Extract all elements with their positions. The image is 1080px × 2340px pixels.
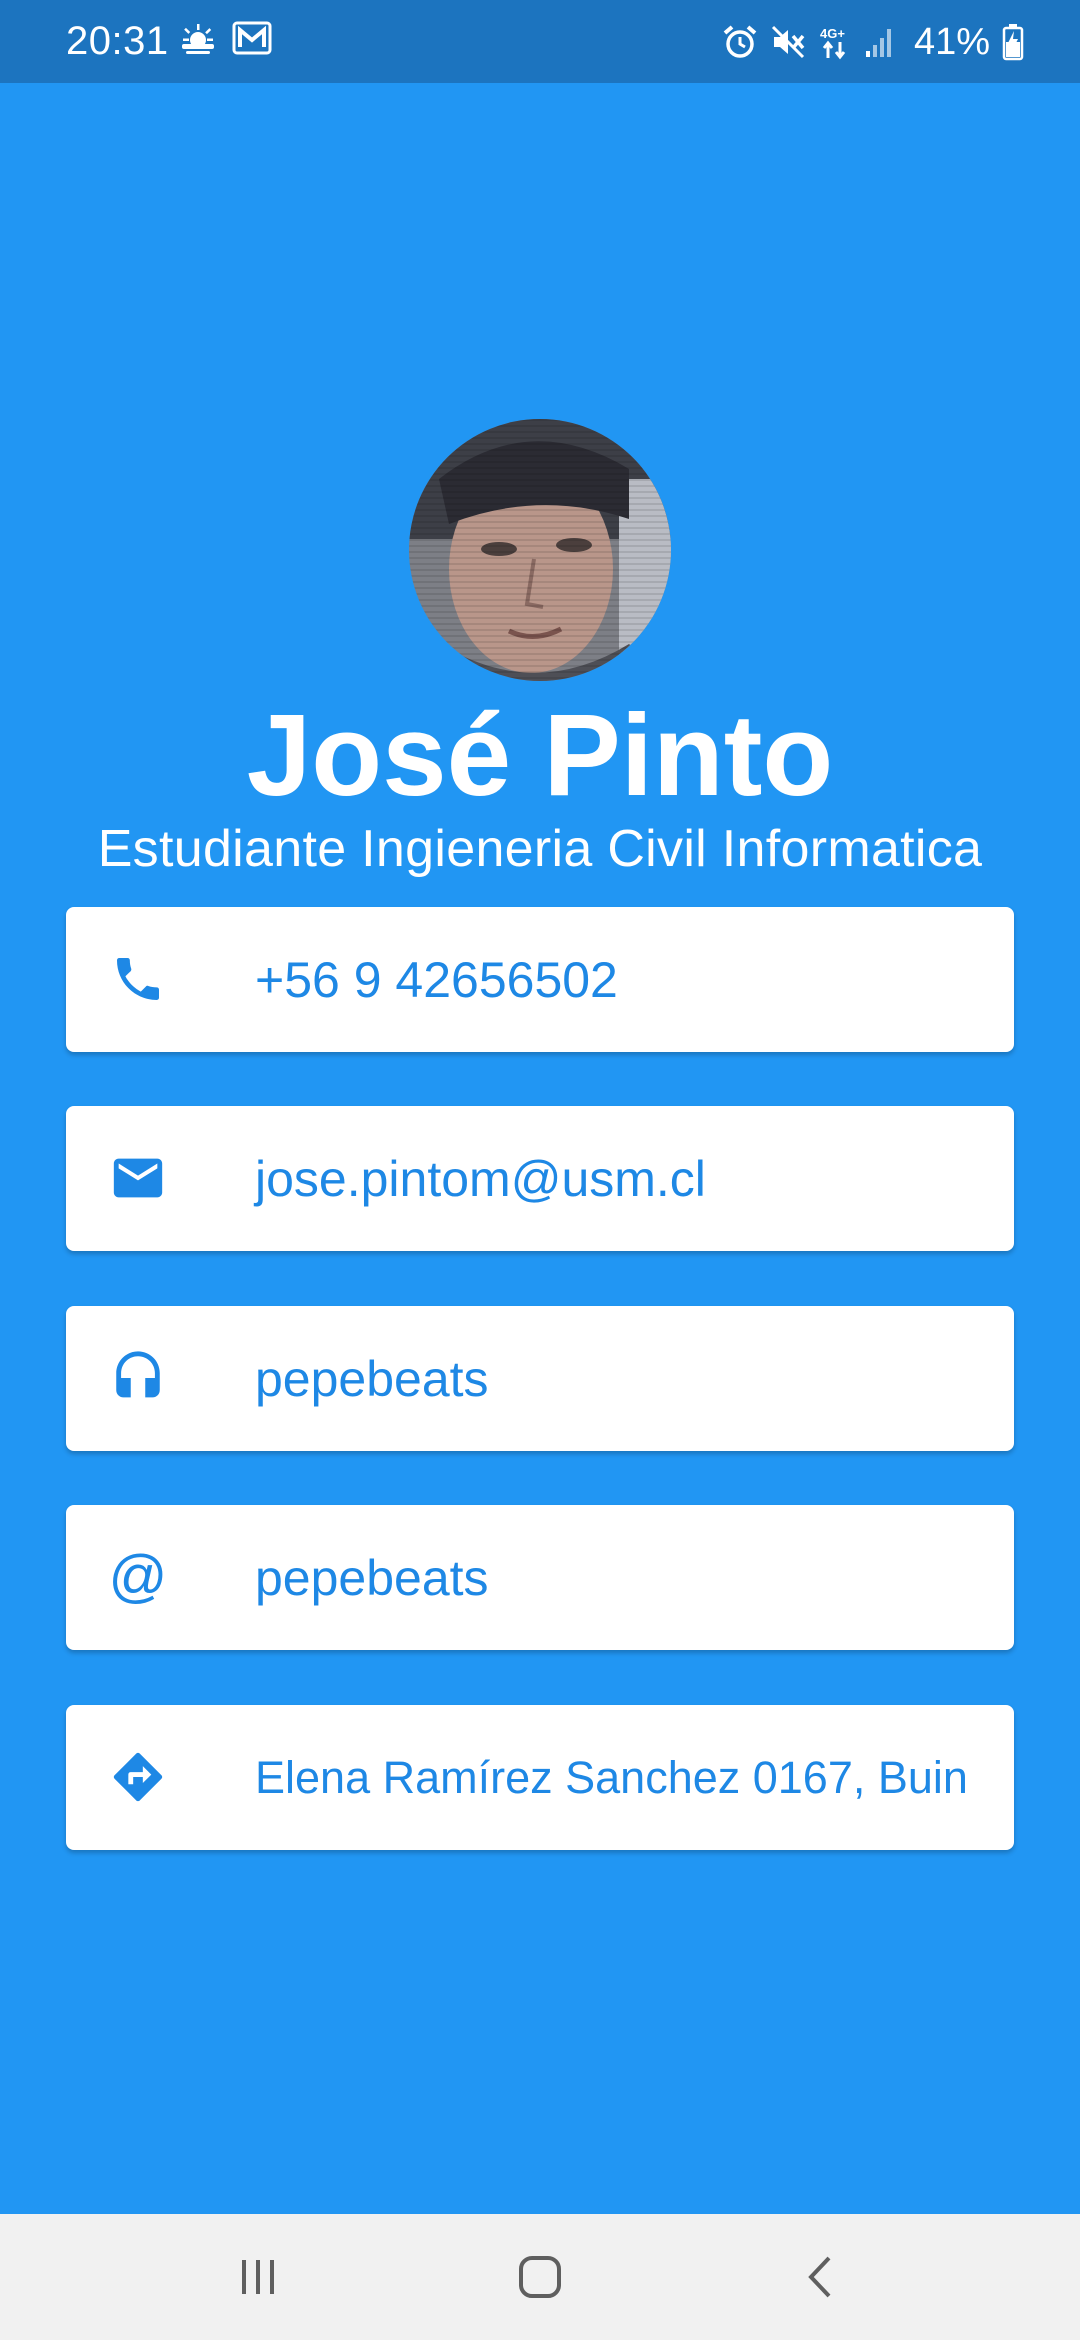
alarm-icon xyxy=(722,24,758,60)
signal-icon xyxy=(864,25,894,59)
svg-text:4G+: 4G+ xyxy=(820,26,845,41)
directions-icon xyxy=(106,1745,170,1809)
status-notification-icons xyxy=(178,20,272,56)
back-icon xyxy=(805,2254,835,2300)
phone-card[interactable]: +56 9 42656502 xyxy=(66,907,1014,1052)
phone-icon xyxy=(106,947,170,1011)
music-handle: pepebeats xyxy=(255,1350,489,1407)
headphones-card[interactable]: pepebeats xyxy=(66,1306,1014,1451)
recent-apps-button[interactable] xyxy=(218,2237,298,2317)
back-button[interactable] xyxy=(780,2237,860,2317)
social-handle: pepebeats xyxy=(255,1549,489,1606)
email-address: jose.pintom@usm.cl xyxy=(255,1150,706,1207)
street-address: Elena Ramírez Sanchez 0167, Buin xyxy=(255,1751,968,1803)
email-icon xyxy=(106,1146,170,1210)
network-4g-icon: 4G+ xyxy=(818,24,852,60)
battery-percent: 41% xyxy=(913,21,990,63)
status-bar: 20:31 4G+ 41% xyxy=(0,0,1080,83)
home-button[interactable] xyxy=(500,2237,580,2317)
status-system-icons: 4G+ 41% xyxy=(722,20,1024,64)
avatar xyxy=(409,419,671,681)
status-time: 20:31 xyxy=(66,19,169,63)
profile-title: Estudiante Ingieneria Civil Informatica xyxy=(97,820,983,878)
battery-charging-icon xyxy=(1002,23,1024,61)
social-card[interactable]: @ pepebeats xyxy=(66,1505,1014,1650)
home-icon xyxy=(517,2254,563,2300)
weather-icon xyxy=(178,20,218,56)
email-card[interactable]: jose.pintom@usm.cl xyxy=(66,1106,1014,1251)
recent-apps-icon xyxy=(236,2257,280,2297)
at-icon: @ xyxy=(108,1544,168,1609)
profile-name: José Pinto xyxy=(246,690,834,820)
headphones-icon xyxy=(106,1346,170,1410)
address-card[interactable]: Elena Ramírez Sanchez 0167, Buin xyxy=(66,1705,1014,1850)
gmail-icon xyxy=(232,21,272,55)
mute-icon xyxy=(770,24,806,60)
navigation-bar xyxy=(0,2214,1080,2340)
phone-number: +56 9 42656502 xyxy=(255,951,618,1008)
